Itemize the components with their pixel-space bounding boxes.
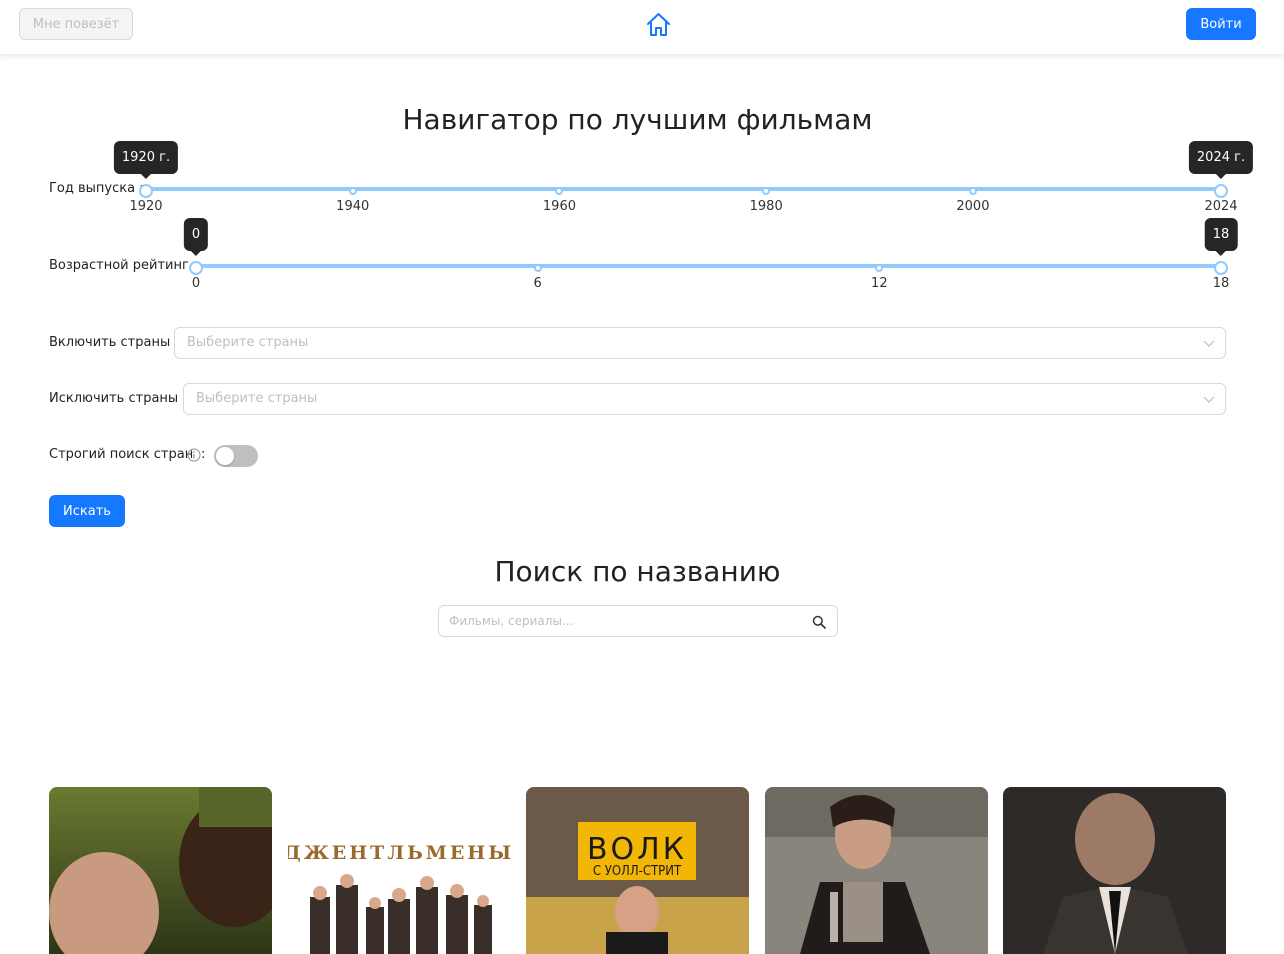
movie-poster[interactable] bbox=[1003, 787, 1226, 954]
login-button[interactable]: Войти bbox=[1186, 8, 1256, 40]
poster-image: ВОЛК С УОЛЛ-СТРИТ bbox=[526, 787, 749, 954]
info-icon[interactable] bbox=[187, 448, 201, 462]
slider-dot bbox=[968, 187, 977, 195]
slider-dot bbox=[533, 264, 542, 272]
lucky-button[interactable]: Мне повезёт bbox=[19, 8, 133, 40]
exclude-countries-label: Исключить страны : bbox=[49, 391, 187, 406]
movie-poster[interactable]: ВОЛК С УОЛЛ-СТРИТ bbox=[526, 787, 749, 954]
poster-title: ВОЛК bbox=[587, 832, 687, 867]
slider-mark-label: 2000 bbox=[956, 199, 990, 214]
slider-mark-label: 1960 bbox=[542, 199, 576, 214]
movie-poster[interactable] bbox=[765, 787, 988, 954]
poster-subtitle: С УОЛЛ-СТРИТ bbox=[593, 864, 682, 879]
search-button[interactable]: Искать bbox=[49, 495, 125, 527]
top-header: Мне повезёт Войти bbox=[0, 0, 1284, 55]
chevron-down-icon bbox=[1203, 396, 1215, 403]
slider-dot bbox=[348, 187, 357, 195]
slider-handle-to[interactable] bbox=[1214, 184, 1228, 198]
movie-poster[interactable] bbox=[49, 787, 272, 954]
chevron-down-icon bbox=[1203, 340, 1215, 347]
slider-mark-label: 12 bbox=[871, 276, 888, 291]
include-countries-label: Включить страны : bbox=[49, 335, 179, 350]
slider-mark-label: 1940 bbox=[336, 199, 370, 214]
exclude-countries-placeholder: Выберите страны bbox=[196, 391, 318, 406]
slider-handle-to[interactable] bbox=[1214, 261, 1228, 275]
slider-dot bbox=[875, 264, 884, 272]
poster-image bbox=[765, 787, 988, 954]
slider-mark-label: 2024 bbox=[1204, 199, 1238, 214]
search-icon[interactable] bbox=[812, 615, 826, 629]
strict-search-label: Строгий поиск стран bbox=[49, 447, 194, 462]
slider-dot bbox=[555, 187, 564, 195]
title-search-input[interactable] bbox=[449, 612, 799, 630]
slider-tooltip-to: 2024 г. bbox=[1188, 141, 1254, 179]
slider-dot bbox=[762, 187, 771, 195]
slider-tooltip-from: 0 bbox=[183, 218, 209, 256]
slider-mark-label: 1980 bbox=[749, 199, 783, 214]
poster-title: ДЖЕНТЛЬМЕНЫ bbox=[288, 842, 511, 864]
year-label: Год выпуска : bbox=[49, 181, 144, 196]
year-slider-track bbox=[146, 187, 1221, 191]
movie-poster[interactable]: ДЖЕНТЛЬМЕНЫ bbox=[288, 787, 511, 954]
poster-image: ДЖЕНТЛЬМЕНЫ bbox=[288, 842, 511, 954]
strict-colon: : bbox=[201, 447, 206, 462]
slider-handle-from[interactable] bbox=[189, 261, 203, 275]
slider-handle-from[interactable] bbox=[139, 184, 153, 198]
home-icon[interactable] bbox=[645, 11, 672, 38]
slider-tooltip-to: 18 bbox=[1204, 218, 1238, 256]
title-search-box bbox=[438, 605, 838, 637]
slider-mark-label: 18 bbox=[1212, 276, 1230, 291]
slider-mark-label: 6 bbox=[533, 276, 542, 291]
toggle-knob bbox=[216, 447, 234, 465]
age-slider-track bbox=[196, 264, 1221, 268]
slider-mark-label: 0 bbox=[191, 276, 201, 291]
strict-search-toggle[interactable] bbox=[214, 445, 258, 467]
slider-tooltip-from: 1920 г. bbox=[113, 141, 179, 179]
title-search-heading: Поиск по названию bbox=[494, 555, 781, 588]
poster-image bbox=[49, 787, 272, 954]
navigator-title: Навигатор по лучшим фильмам bbox=[402, 103, 873, 136]
poster-image bbox=[1003, 787, 1226, 954]
exclude-countries-select[interactable]: Выберите страны bbox=[183, 383, 1226, 415]
slider-mark-label: 1920 bbox=[129, 199, 163, 214]
include-countries-select[interactable]: Выберите страны bbox=[174, 327, 1226, 359]
age-label: Возрастной рейтинг : bbox=[49, 258, 197, 273]
include-countries-placeholder: Выберите страны bbox=[187, 335, 309, 350]
